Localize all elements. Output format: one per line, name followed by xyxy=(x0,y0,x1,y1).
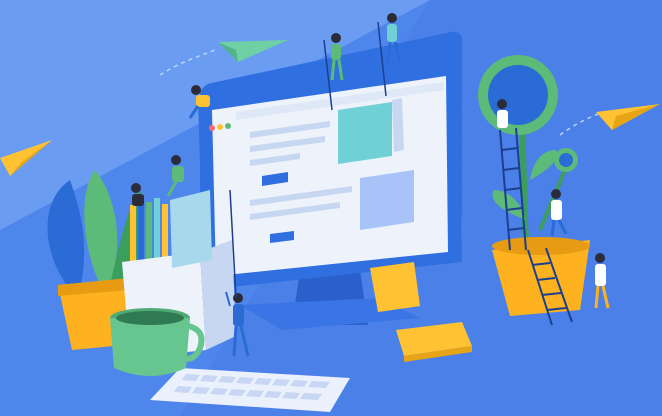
person-icon xyxy=(497,99,508,128)
illustration-canvas xyxy=(0,0,662,416)
hero-illustration xyxy=(0,0,662,416)
sticky-note-icon xyxy=(370,262,420,312)
